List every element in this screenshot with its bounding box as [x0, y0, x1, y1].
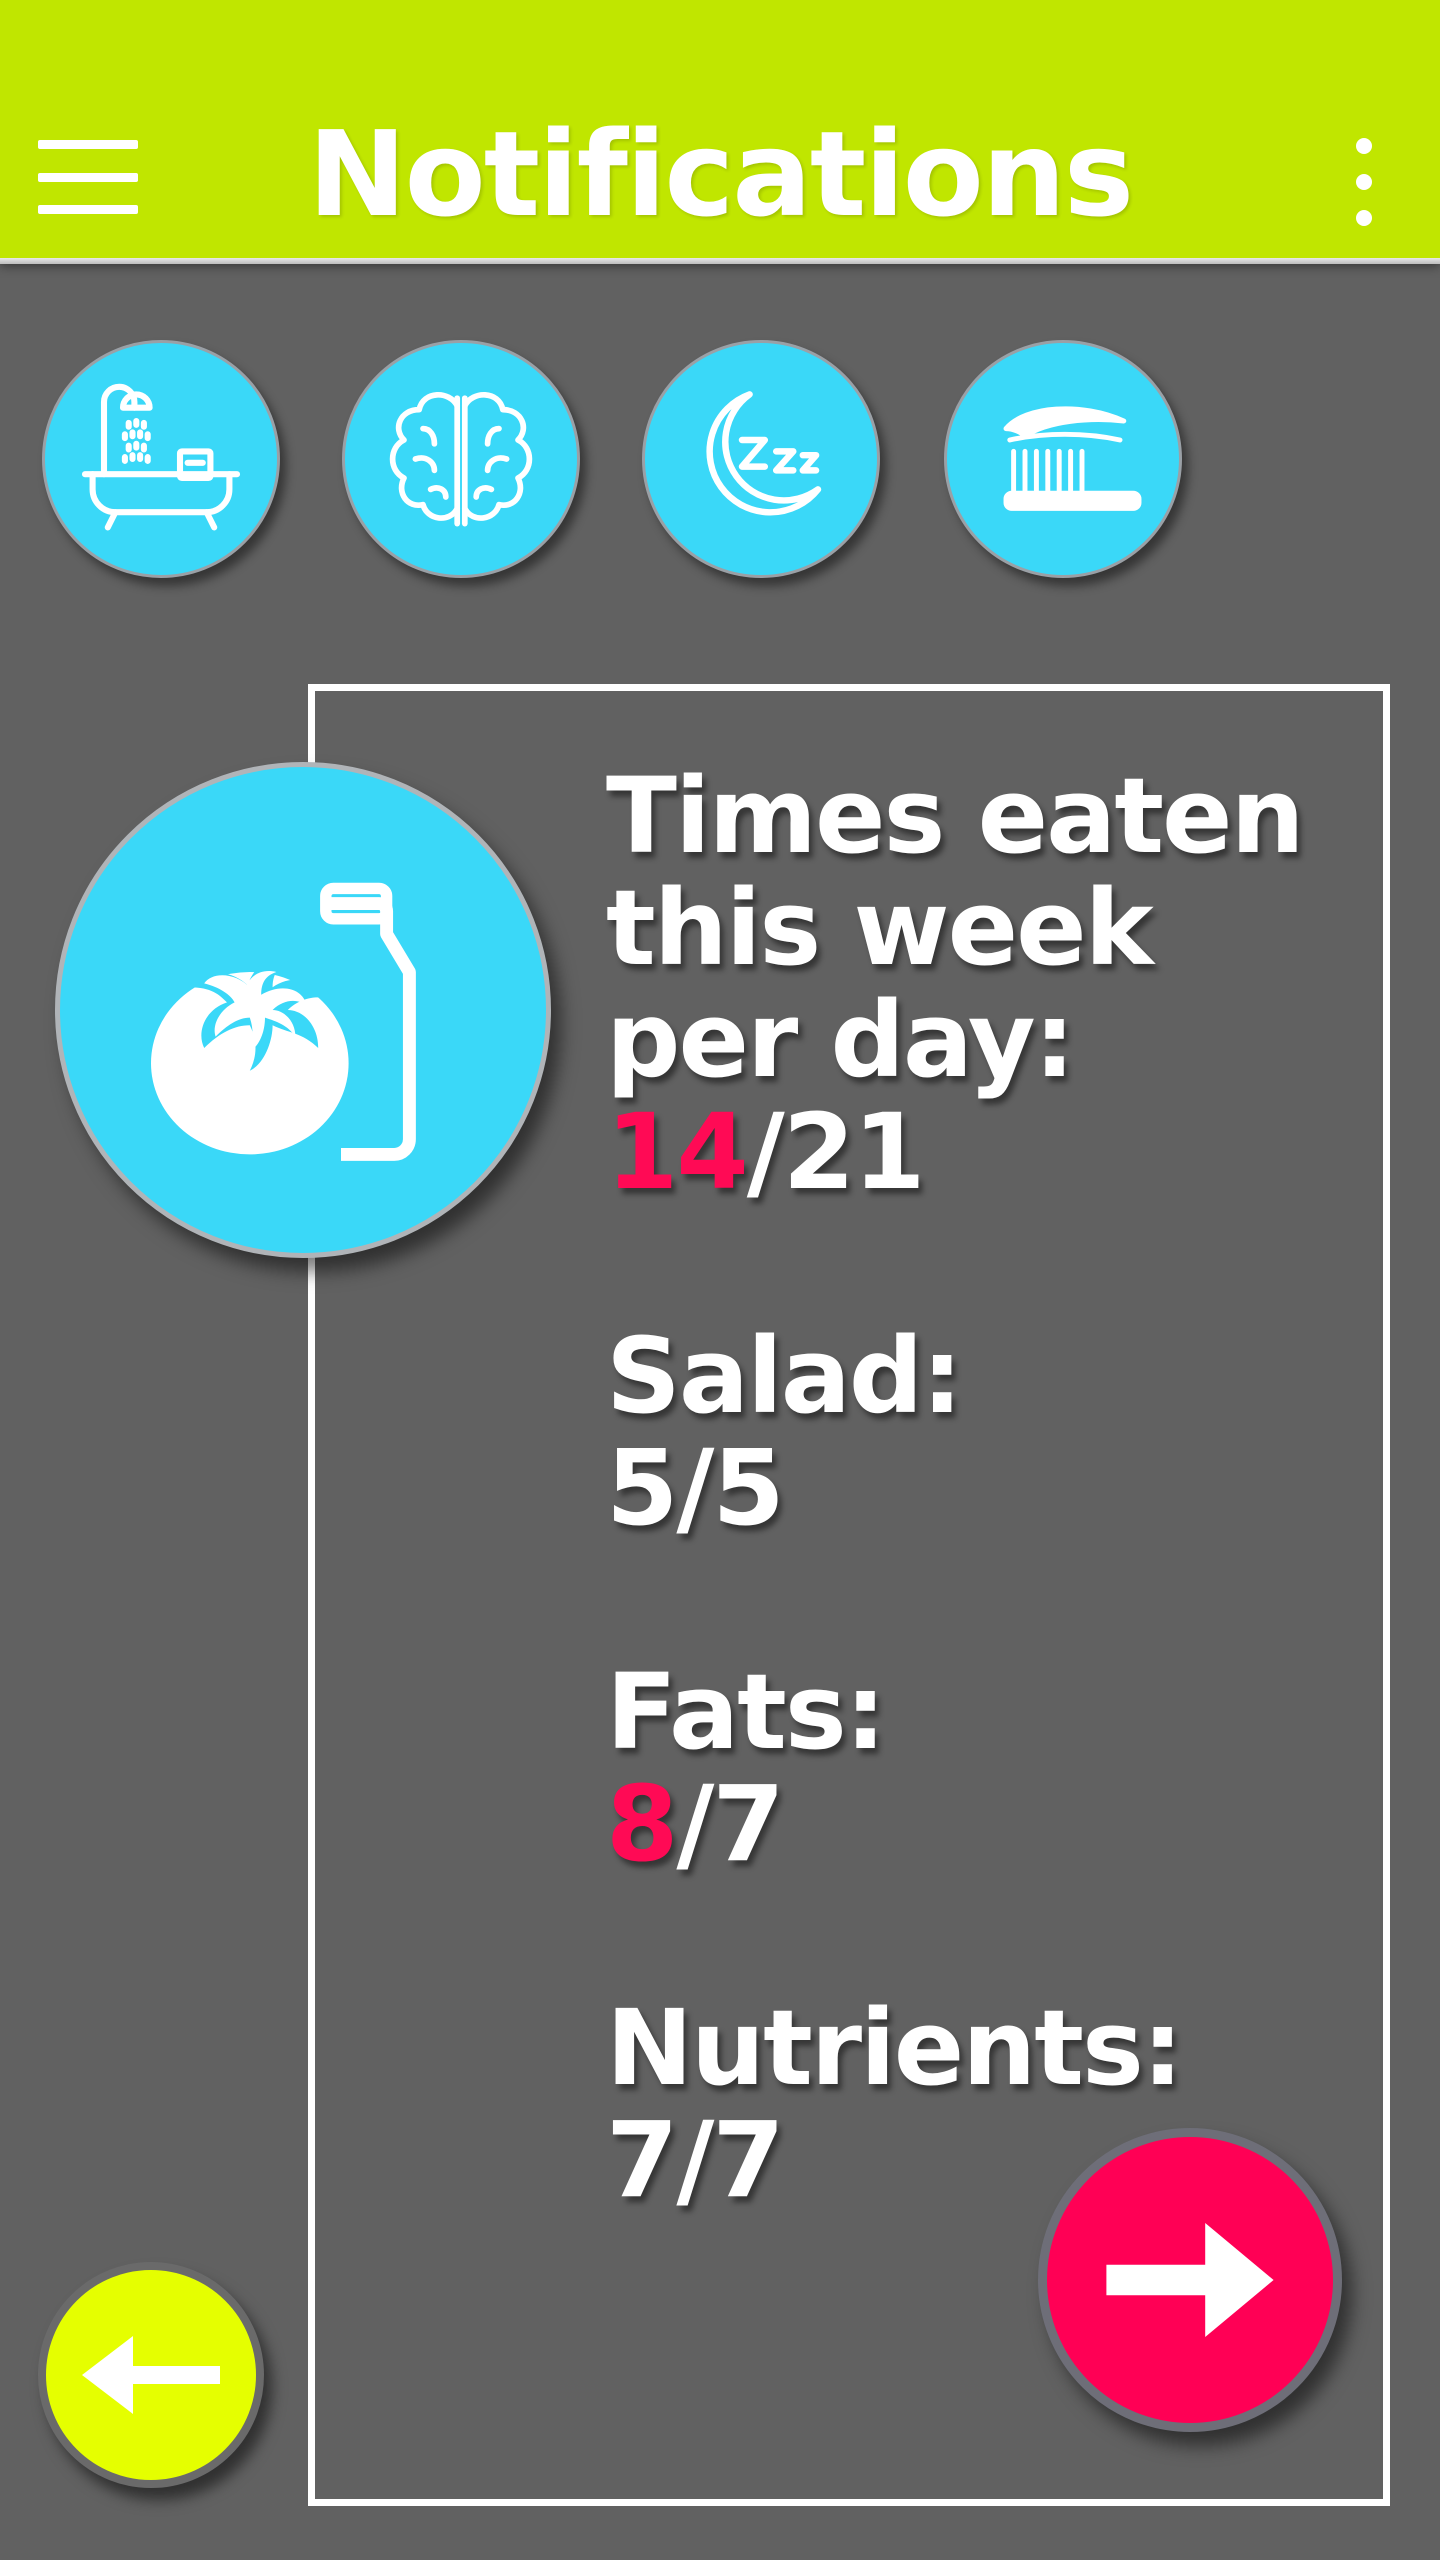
nutrition-stats: Times eaten this week per day: 14/21 Sal… [606, 760, 1326, 2328]
salad-label: Salad: [606, 1315, 963, 1437]
nutrients-total: /7 [676, 2099, 784, 2221]
moon-zzz-icon[interactable] [642, 340, 880, 578]
times-eaten-stat: Times eaten this week per day: 14/21 [606, 760, 1326, 1208]
nutrients-label: Nutrients: [606, 1987, 1184, 2109]
fats-stat: Fats: 8/7 [606, 1656, 1326, 1880]
times-eaten-label-line3: per day: [606, 979, 1075, 1101]
times-eaten-label-line2: this week [606, 867, 1154, 989]
fats-label: Fats: [606, 1651, 886, 1773]
next-button[interactable] [1038, 2128, 1342, 2432]
times-eaten-label-line1: Times eaten [606, 755, 1305, 877]
arrow-left-icon [82, 2336, 220, 2414]
page-title: Notifications [307, 105, 1134, 243]
fats-total: /7 [676, 1763, 784, 1885]
back-button[interactable] [38, 2262, 264, 2488]
arrow-right-icon [1106, 2223, 1274, 2337]
bathtub-shower-icon[interactable] [42, 340, 280, 578]
more-vertical-icon[interactable] [1348, 138, 1380, 226]
salad-total: /5 [676, 1427, 784, 1549]
fats-value: 8 [606, 1763, 678, 1885]
salad-stat: Salad: 5/5 [606, 1320, 1326, 1544]
tomato-bottle-icon [55, 762, 551, 1258]
salad-value: 5 [606, 1427, 678, 1549]
times-eaten-total: /21 [746, 1091, 926, 1213]
app-bar: Notifications [0, 0, 1440, 264]
brain-icon[interactable] [342, 340, 580, 578]
toothbrush-icon[interactable] [944, 340, 1182, 578]
times-eaten-value: 14 [606, 1091, 749, 1213]
nutrients-value: 7 [606, 2099, 678, 2221]
